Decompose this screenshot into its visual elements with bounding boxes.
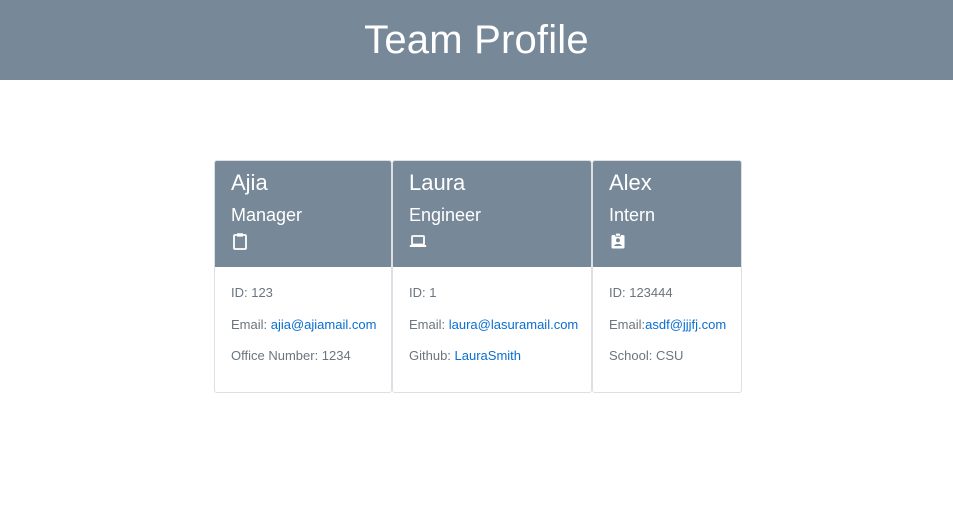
school: School: CSU [609, 348, 684, 363]
card-header: Alex Intern [593, 161, 741, 267]
github-link[interactable]: LauraSmith [455, 348, 521, 363]
laptop-icon [409, 235, 427, 247]
card-header: Ajia Manager [215, 161, 391, 267]
employee-email-row: Email: ajia@ajiamail.com [231, 315, 377, 347]
email-label: Email: [609, 316, 646, 332]
card-header: Laura Engineer [393, 161, 591, 267]
engineer-card: Laura Engineer ID: 1 Email: laura@lasura… [392, 160, 592, 393]
employee-id: ID: 123 [231, 285, 273, 300]
employee-role: Intern [609, 205, 656, 225]
email-link[interactable]: asdf@jjjfj.com [645, 317, 726, 332]
email-link[interactable]: laura@lasuramail.com [449, 317, 579, 332]
employee-id: ID: 1 [409, 285, 437, 300]
card-body: ID: 123444 Email:asdf@jjjfj.com School: … [593, 267, 741, 378]
card-body: ID: 1 Email: laura@lasuramail.com Github… [393, 267, 591, 378]
employee-name: Alex [609, 170, 652, 195]
intern-card: Alex Intern ID: 123444 Email:asdf@jjjfj.… [592, 160, 742, 393]
id-badge-icon [611, 232, 625, 249]
page-header: Team Profile [0, 0, 953, 80]
email-label: Email: [409, 316, 449, 332]
card-body: ID: 123 Email: ajia@ajiamail.com Office … [215, 267, 391, 378]
employee-name: Laura [409, 170, 466, 195]
employee-name: Ajia [231, 170, 268, 195]
email-link[interactable]: ajia@ajiamail.com [271, 317, 377, 332]
employee-email-row: Email:asdf@jjjfj.com [609, 315, 726, 347]
clipboard-icon [233, 233, 247, 250]
team-cards: Ajia Manager ID: 123 Email: ajia@ajiamai… [214, 160, 742, 393]
employee-role: Engineer [409, 205, 482, 225]
employee-email-row: Email: laura@lasuramail.com [409, 315, 578, 347]
office-number: Office Number: 1234 [231, 348, 351, 363]
github-label: Github: [409, 348, 455, 363]
employee-role: Manager [231, 205, 303, 225]
github-row: Github: LauraSmith [409, 346, 575, 378]
manager-card: Ajia Manager ID: 123 Email: ajia@ajiamai… [214, 160, 392, 393]
employee-id: ID: 123444 [609, 285, 673, 300]
page-title: Team Profile [364, 17, 589, 62]
email-label: Email: [231, 316, 271, 332]
